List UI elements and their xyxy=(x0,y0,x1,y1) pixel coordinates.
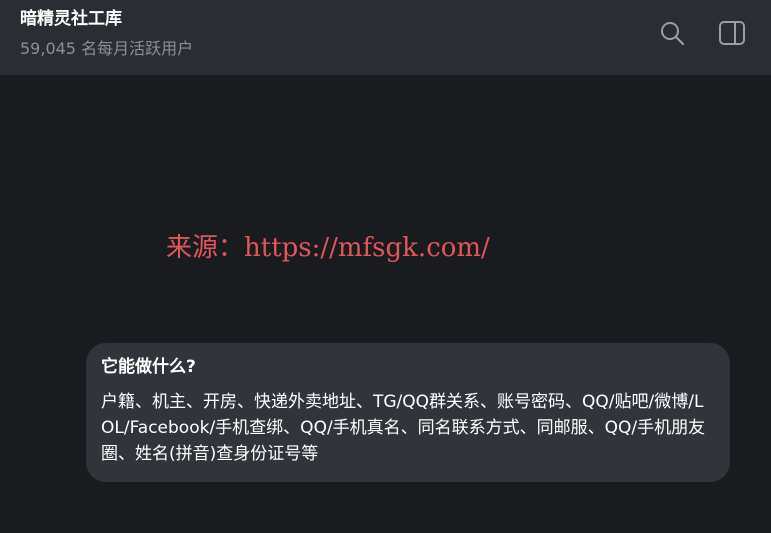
message-body: 户籍、机主、开房、快递外卖地址、TG/QQ群关系、账号密码、QQ/贴吧/微博/L… xyxy=(101,392,706,464)
message-title: 它能做什么? xyxy=(101,357,196,377)
sidebar-panel-icon xyxy=(719,21,745,45)
toggle-sidebar-button[interactable] xyxy=(717,18,747,48)
message-bubble: 它能做什么? 户籍、机主、开房、快递外卖地址、TG/QQ群关系、账号密码、QQ/… xyxy=(86,343,730,482)
search-icon xyxy=(661,22,685,46)
source-watermark: 来源：https://mfsgk.com/ xyxy=(166,233,490,263)
channel-title[interactable]: 暗精灵社工库 xyxy=(20,8,122,30)
monthly-users-count: 59,045 名每月活跃用户 xyxy=(20,39,194,58)
header-bar: 暗精灵社工库 59,045 名每月活跃用户 xyxy=(0,0,771,75)
search-button[interactable] xyxy=(657,18,687,48)
app-window: 暗精灵社工库 59,045 名每月活跃用户 来源：https://mfsgk.c… xyxy=(0,0,771,533)
